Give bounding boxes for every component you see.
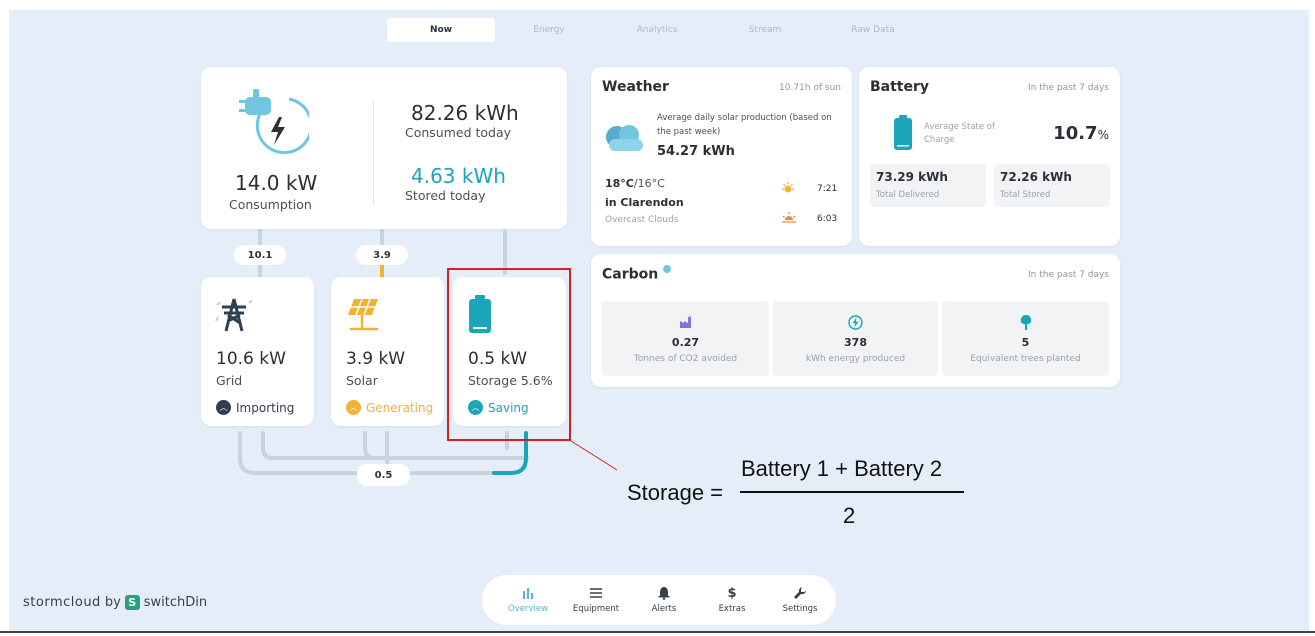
co2-avoided-value: 0.27 <box>671 336 700 349</box>
solar-panel-icon <box>344 295 384 339</box>
list-icon <box>589 586 603 600</box>
sunset-icon <box>781 210 797 224</box>
consumption-card: 14.0 kW Consumption 82.26 kWh Consumed t… <box>201 67 567 229</box>
bottom-nav: Overview Equipment Alerts $ Extras Setti… <box>482 575 836 625</box>
grid-status-label: Importing <box>236 400 295 415</box>
consumed-today-label: Consumed today <box>405 125 512 140</box>
grid-label: Grid <box>216 373 243 388</box>
total-stored-value: 72.26 kWh <box>1000 170 1072 184</box>
grid-flow-value: 10.1 <box>234 245 286 265</box>
factory-icon <box>602 315 769 329</box>
window-bottom-border <box>0 631 1315 633</box>
nav-overview[interactable]: Overview <box>494 575 562 625</box>
nav-equipment-label: Equipment <box>572 604 620 614</box>
brand-by: by <box>104 595 121 610</box>
stored-today-value: 4.63 kWh <box>411 164 506 188</box>
nav-overview-label: Overview <box>507 604 549 614</box>
energy-produced-label: kWh energy produced <box>805 354 906 364</box>
fraction-line <box>740 491 964 493</box>
nav-extras[interactable]: $ Extras <box>698 575 766 625</box>
cloud-icon <box>601 121 647 159</box>
soc-label: Average State of Charge <box>924 122 996 145</box>
brand-partner: switchDin <box>143 595 208 610</box>
brand-logo: stormcloud by S switchDin <box>23 595 207 610</box>
info-icon[interactable] <box>663 265 672 273</box>
nav-settings[interactable]: Settings <box>766 575 834 625</box>
nav-settings-label: Settings <box>782 604 818 614</box>
sunset-time: 6:03 <box>817 214 838 224</box>
carbon-period: In the past 7 days <box>1028 270 1109 280</box>
weather-title: Weather <box>602 79 669 95</box>
avg-production-label: Average daily solar production (based on… <box>657 113 832 137</box>
trees-planted-label: Equivalent trees planted <box>970 354 1081 364</box>
nav-alerts-label: Alerts <box>651 604 677 614</box>
weather-card: Weather 10.71h of sun Average daily sola… <box>591 67 852 246</box>
soc-value-wrap: 10.7% <box>1053 123 1109 144</box>
solar-flow-value: 3.9 <box>356 245 408 265</box>
chevron-up-icon: ︿ <box>346 400 361 415</box>
solar-power: 3.9 kW <box>346 349 406 369</box>
solar-card[interactable]: 3.9 kW Solar ︿ Generating <box>331 277 444 426</box>
grid-power: 10.6 kW <box>216 349 286 369</box>
avg-production-value: 54.27 kWh <box>657 144 735 159</box>
battery-title: Battery <box>870 79 930 95</box>
sun-hours: 10.71h of sun <box>779 83 841 93</box>
sunrise-time: 7:21 <box>817 184 838 194</box>
battery-icon <box>893 115 913 155</box>
total-delivered-value: 73.29 kWh <box>876 170 948 184</box>
consumption-power: 14.0 kW <box>235 171 318 195</box>
energy-produced-box: 378 kWh energy produced <box>773 301 938 376</box>
temp-high: 18°C <box>605 177 634 190</box>
trees-planted-value: 5 <box>1021 336 1030 349</box>
plug-icon <box>239 87 313 169</box>
bolt-icon <box>773 315 938 330</box>
wrench-icon <box>793 586 807 600</box>
solar-label: Solar <box>346 373 378 388</box>
total-delivered-label: Total Delivered <box>876 190 940 200</box>
solar-status[interactable]: ︿ Generating <box>346 400 433 415</box>
soc-unit: % <box>1097 128 1109 142</box>
soc-value: 10.7 <box>1053 123 1098 144</box>
bar-chart-icon <box>522 586 534 600</box>
formula-numerator: Battery 1 + Battery 2 <box>741 456 943 481</box>
battery-period: In the past 7 days <box>1028 83 1109 93</box>
switchdin-logo-icon: S <box>124 595 140 610</box>
app-window: Now Energy Analytics Stream Raw Data 14.… <box>9 10 1309 631</box>
brand-name: stormcloud <box>23 595 101 610</box>
consumed-today-value: 82.26 kWh <box>411 101 519 125</box>
temperature: 18°C/16°C <box>605 177 665 190</box>
trees-planted-box: 5 Equivalent trees planted <box>942 301 1109 376</box>
consumption-label: Consumption <box>229 197 312 212</box>
dollar-icon: $ <box>727 585 737 601</box>
sunrise-icon <box>781 180 795 194</box>
tree-icon <box>942 315 1109 330</box>
nav-equipment[interactable]: Equipment <box>562 575 630 625</box>
location: in Clarendon <box>605 196 684 209</box>
temp-low: /16°C <box>633 177 665 190</box>
bell-icon <box>658 586 670 600</box>
battery-card: Battery In the past 7 days Average State… <box>859 67 1120 246</box>
nav-extras-label: Extras <box>718 604 746 614</box>
formula-denominator: 2 <box>843 503 856 528</box>
grid-status[interactable]: ︿ Importing <box>216 400 294 415</box>
stored-today-label: Stored today <box>405 188 486 203</box>
solar-status-label: Generating <box>366 400 434 415</box>
co2-avoided-label: Tonnes of CO2 avoided <box>633 354 738 364</box>
conditions: Overcast Clouds <box>605 215 679 225</box>
formula-lhs: Storage = <box>627 480 724 505</box>
grid-card[interactable]: 10.6 kW Grid ︿ Importing <box>201 277 314 426</box>
carbon-title-text: Carbon <box>602 266 659 283</box>
total-delivered-box: 73.29 kWh Total Delivered <box>870 164 986 207</box>
energy-produced-value: 378 <box>844 336 867 349</box>
storage-highlight-box <box>447 268 571 441</box>
nav-alerts[interactable]: Alerts <box>630 575 698 625</box>
total-stored-box: 72.26 kWh Total Stored <box>994 164 1110 207</box>
divider <box>373 100 374 205</box>
transmission-tower-icon <box>214 295 254 339</box>
total-stored-label: Total Stored <box>1000 190 1051 200</box>
co2-avoided-box: 0.27 Tonnes of CO2 avoided <box>602 301 769 376</box>
carbon-title: Carbon <box>602 265 672 283</box>
chevron-up-icon: ︿ <box>216 400 231 415</box>
bottom-flow-value: 0.5 <box>357 464 410 486</box>
